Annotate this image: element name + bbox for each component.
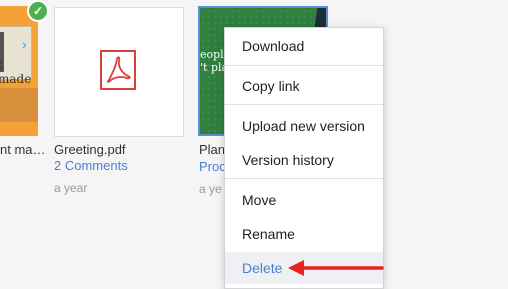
context-menu: Download Copy link Upload new version Ve… [224, 27, 384, 289]
file-date-plan: a ye [199, 182, 222, 196]
menu-item-download[interactable]: Download [225, 30, 383, 62]
menu-divider [225, 65, 383, 66]
synced-check-icon: ✓ [27, 0, 49, 22]
thumbnail-arrow-icon: › [22, 36, 27, 52]
thumbnail-text: t made [0, 58, 32, 86]
file-comments-greeting[interactable]: 2 Comments [54, 158, 128, 173]
menu-item-upload-new-version[interactable]: Upload new version [225, 110, 383, 142]
file-thumbnail-left[interactable]: t made › [0, 6, 38, 136]
file-name-greeting[interactable]: Greeting.pdf [54, 142, 126, 157]
file-name-left[interactable]: nt ma… [0, 142, 46, 157]
menu-item-rename[interactable]: Rename [225, 218, 383, 250]
menu-item-version-history[interactable]: Version history [225, 144, 383, 176]
annotation-arrow-icon [288, 260, 384, 276]
menu-divider [225, 104, 383, 105]
menu-divider [225, 178, 383, 179]
menu-item-move[interactable]: Move [225, 184, 383, 216]
pdf-icon [100, 50, 136, 90]
file-name-plan[interactable]: Plan [199, 142, 225, 157]
thumbnail-strip [0, 88, 38, 122]
menu-item-copy-link[interactable]: Copy link [225, 70, 383, 102]
file-subtitle-plan[interactable]: Proc [199, 159, 226, 174]
file-date-greeting: a year [54, 181, 88, 195]
